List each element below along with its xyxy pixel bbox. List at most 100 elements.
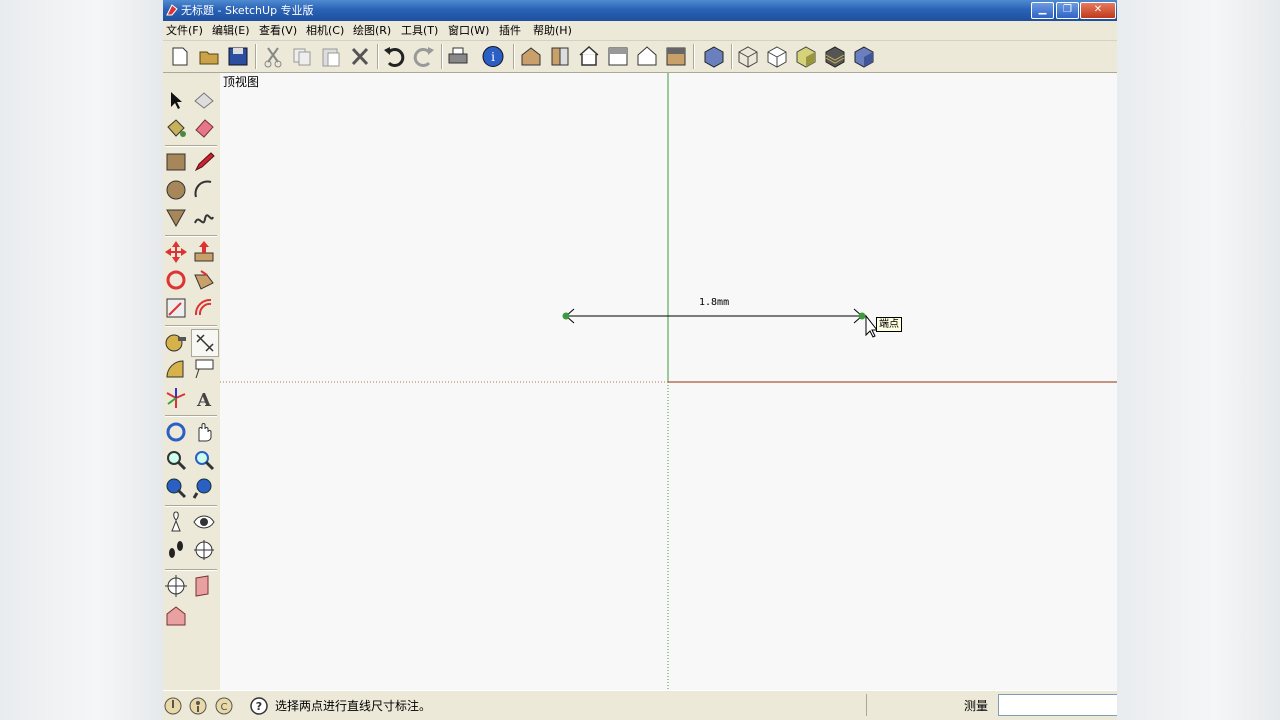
follow-me-icon[interactable]	[191, 267, 217, 293]
freehand-icon[interactable]	[191, 205, 217, 231]
svg-text:?: ?	[256, 700, 262, 713]
toolbar-separator	[513, 44, 515, 69]
print-icon[interactable]	[445, 44, 471, 69]
menu-draw[interactable]: 绘图(R)	[353, 21, 391, 40]
back-view-icon[interactable]	[634, 44, 660, 69]
hidden-line-icon[interactable]	[764, 44, 790, 69]
zoom-icon[interactable]	[163, 447, 189, 473]
pan-hand-icon[interactable]	[191, 419, 217, 445]
paste-icon[interactable]	[318, 44, 344, 69]
dimension-text[interactable]: 1.8mm	[699, 297, 729, 308]
section-cut-icon[interactable]	[191, 573, 217, 599]
position-camera-icon[interactable]	[163, 509, 189, 535]
zoom-window-icon[interactable]	[191, 447, 217, 473]
eraser-icon[interactable]	[191, 115, 217, 141]
svg-text:A: A	[196, 390, 212, 411]
offset-icon[interactable]	[191, 295, 217, 321]
title-bar: 无标题 - SketchUp 专业版 ▁ ❐ ✕	[163, 0, 1117, 21]
endpoint-marker-start[interactable]	[562, 312, 570, 320]
status-message: 选择两点进行直线尺寸标注。	[275, 699, 432, 713]
status-divider	[866, 694, 867, 716]
line-pencil-icon[interactable]	[191, 149, 217, 175]
rotate-icon[interactable]	[163, 267, 189, 293]
left-view-icon[interactable]	[663, 44, 689, 69]
rectangle-icon[interactable]	[163, 149, 189, 175]
standard-toolbar: i	[163, 41, 1117, 73]
endpoint-marker-end[interactable]	[858, 312, 866, 320]
tape-measure-icon[interactable]	[163, 329, 189, 355]
tool-separator	[165, 145, 217, 147]
copyright-icon[interactable]: C	[214, 696, 234, 716]
model-info-icon[interactable]: i	[480, 44, 506, 69]
zoom-extents-icon[interactable]	[191, 475, 217, 501]
help-question-icon[interactable]: ?	[249, 696, 269, 716]
model-canvas[interactable]	[220, 73, 1117, 690]
new-icon[interactable]	[167, 44, 193, 69]
maximize-button[interactable]: ❐	[1056, 2, 1079, 19]
top-view-icon[interactable]	[547, 44, 573, 69]
xray-icon[interactable]	[701, 44, 727, 69]
credits-icon[interactable]	[188, 696, 208, 716]
menu-edit[interactable]: 编辑(E)	[212, 21, 250, 40]
make-component-icon[interactable]	[191, 87, 217, 113]
tool-separator	[165, 325, 217, 327]
section-display-icon[interactable]	[163, 573, 189, 599]
menu-tools[interactable]: 工具(T)	[401, 21, 438, 40]
minimize-button[interactable]: ▁	[1031, 2, 1054, 19]
walk-footprints-icon[interactable]	[163, 537, 189, 563]
toolbar-separator	[731, 44, 733, 69]
status-bar: C ? 选择两点进行直线尺寸标注。 测量	[163, 690, 1117, 720]
polygon-icon[interactable]	[163, 205, 189, 231]
drawing-viewport[interactable]: 顶视图 1.8mm 端点	[220, 73, 1117, 690]
left-background	[0, 0, 163, 720]
push-pull-icon[interactable]	[191, 239, 217, 265]
save-icon[interactable]	[225, 44, 251, 69]
measurements-input[interactable]	[998, 694, 1117, 716]
protractor-icon[interactable]	[163, 357, 189, 383]
menu-view[interactable]: 查看(V)	[259, 21, 297, 40]
menu-file[interactable]: 文件(F)	[166, 21, 203, 40]
close-button[interactable]: ✕	[1080, 2, 1116, 19]
front-view-icon[interactable]	[576, 44, 602, 69]
section-plane-icon[interactable]	[191, 537, 217, 563]
3d-text-icon[interactable]: A	[191, 385, 217, 411]
text-label-icon[interactable]	[191, 357, 217, 383]
tool-separator	[165, 569, 217, 571]
right-view-icon[interactable]	[605, 44, 631, 69]
erase-icon[interactable]	[347, 44, 373, 69]
previous-view-icon[interactable]	[163, 475, 189, 501]
menu-plugins[interactable]: 插件	[499, 21, 521, 40]
paint-bucket-icon[interactable]	[163, 115, 189, 141]
tool-separator	[165, 505, 217, 507]
inference-tooltip: 端点	[876, 317, 902, 332]
shaded-textures-icon[interactable]	[822, 44, 848, 69]
scale-icon[interactable]	[163, 295, 189, 321]
menu-help[interactable]: 帮助(H)	[533, 21, 572, 40]
view-name-label: 顶视图	[223, 75, 260, 89]
warehouse-icon[interactable]	[163, 603, 189, 629]
monochrome-icon[interactable]	[851, 44, 877, 69]
measurements-label: 测量	[964, 699, 989, 713]
circle-icon[interactable]	[163, 177, 189, 203]
orbit-icon[interactable]	[163, 419, 189, 445]
select-arrow-icon[interactable]	[163, 87, 189, 113]
move-icon[interactable]	[163, 239, 189, 265]
arc-icon[interactable]	[191, 177, 217, 203]
sketchup-app-icon	[166, 4, 178, 16]
shaded-icon[interactable]	[793, 44, 819, 69]
window-title: 无标题 - SketchUp 专业版	[181, 4, 314, 17]
menu-window[interactable]: 窗口(W)	[448, 21, 489, 40]
copy-icon[interactable]	[289, 44, 315, 69]
look-around-eye-icon[interactable]	[191, 509, 217, 535]
wireframe-icon[interactable]	[735, 44, 761, 69]
cut-icon[interactable]	[260, 44, 286, 69]
geo-location-icon[interactable]	[163, 696, 183, 716]
undo-icon[interactable]	[381, 44, 407, 69]
menu-camera[interactable]: 相机(C)	[306, 21, 344, 40]
redo-icon[interactable]	[411, 44, 437, 69]
toolbar-separator	[377, 44, 379, 69]
axes-icon[interactable]	[163, 385, 189, 411]
open-icon[interactable]	[196, 44, 222, 69]
iso-view-icon[interactable]	[518, 44, 544, 69]
dimension-icon[interactable]	[191, 329, 219, 357]
